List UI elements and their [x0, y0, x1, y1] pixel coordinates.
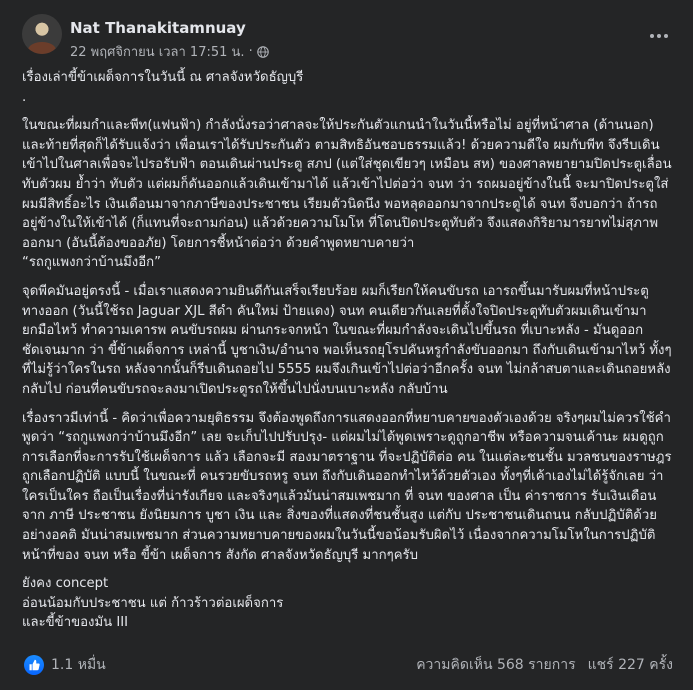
engagement-counts: ความคิดเห็น 568 รายการ แชร์ 227 ครั้ง [416, 654, 673, 676]
comments-count-link[interactable]: ความคิดเห็น 568 รายการ [416, 654, 575, 676]
post-paragraph-quote: “รถกูแพงกว่าบ้านมึงอีก” [22, 255, 161, 271]
post-paragraph-3: เรื่องราวมีเท่านี้ - คิดว่าเพื่อความยุติ… [22, 410, 676, 563]
post-meta: 22 พฤศจิกายน เวลา 17:51 น. · [70, 41, 269, 62]
author-name[interactable]: Nat Thanakitamnuay [70, 19, 246, 37]
shares-count-link[interactable]: แชร์ 227 ครั้ง [588, 654, 673, 676]
post-body: เรื่องเล่าขี้ข้าเผด็จการในวันนี้ ณ ศาลจั… [22, 68, 672, 633]
more-options-icon[interactable] [641, 24, 677, 48]
reactions-summary[interactable]: 1.1 หมื่น [24, 654, 106, 676]
author-avatar[interactable] [22, 14, 62, 54]
facebook-post: Nat Thanakitamnuay 22 พฤศจิกายน เวลา 17:… [0, 0, 693, 690]
post-paragraph-2: จุดพีคมันอยู่ตรงนี้ - เมื่อเราแสดงความยิ… [22, 283, 672, 397]
reaction-count: 1.1 หมื่น [51, 657, 106, 673]
post-footer: 1.1 หมื่น ความคิดเห็น 568 รายการ แชร์ 22… [0, 650, 693, 690]
post-paragraph-1: ในขณะที่ผมกำและพีท(แฟนฟ้า) กำลังนั่งรอว่… [22, 118, 672, 251]
globe-icon[interactable] [256, 45, 269, 58]
post-paragraph-title: เรื่องเล่าขี้ข้าเผด็จการในวันนี้ ณ ศาลจั… [22, 70, 304, 105]
meta-separator: · [248, 44, 253, 59]
post-header: Nat Thanakitamnuay 22 พฤศจิกายน เวลา 17:… [0, 0, 693, 60]
like-icon [24, 655, 44, 675]
post-timestamp[interactable]: 22 พฤศจิกายน เวลา 17:51 น. [70, 41, 245, 62]
post-paragraph-closing: ยังคง concept อ่อนน้อมกับประชาชน แต่ ก้า… [22, 576, 284, 631]
